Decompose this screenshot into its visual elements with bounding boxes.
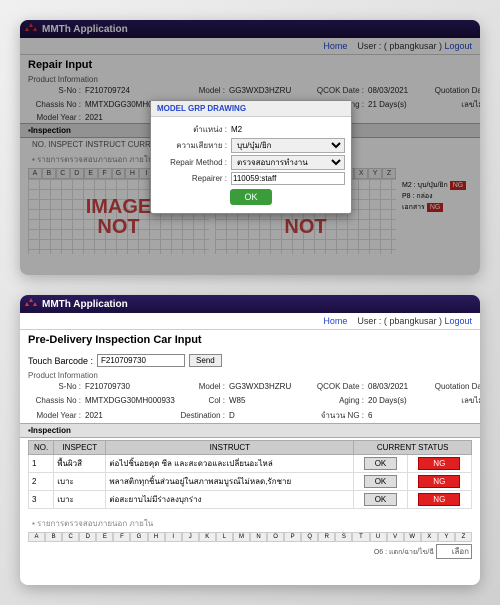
inspection-table: NO. INSPECT INSTRUCT CURRENT STATUS 1พื้… <box>28 440 472 509</box>
send-button[interactable]: Send <box>189 354 222 367</box>
cell-no: 2 <box>29 473 54 491</box>
col-header: D <box>79 532 96 542</box>
col-header: V <box>387 532 404 542</box>
table-row: 1พื้นผิวสีต่อไปชิ้นอยคุด ซีล และสะดวอและ… <box>29 455 472 473</box>
home-link[interactable]: Home <box>323 316 347 326</box>
th-status: CURRENT STATUS <box>354 441 472 455</box>
repair-method-select[interactable]: ตรวจสอบการทำงาน <box>231 155 345 170</box>
ng-button[interactable]: NG <box>418 493 460 506</box>
col-header: G <box>130 532 147 542</box>
model-grp-drawing-modal: MODEL GRP DRAWING ตำแหน่ง :M2 ความเสียหา… <box>150 100 352 214</box>
page-title: Pre-Delivery Inspection Car Input <box>20 330 480 350</box>
col-header: H <box>148 532 165 542</box>
form-row-2: Chassis No : MMTXDGG30MH000933 Col : W85… <box>20 393 480 408</box>
user-label: User : <box>357 316 381 326</box>
col-header: A <box>28 532 45 542</box>
col-header: F <box>113 532 130 542</box>
user-name: ( pbangkusar ) <box>384 316 442 326</box>
cell-instruct: ต่อสะยาบไม่มีร่างลงบุกร่าง <box>106 491 354 509</box>
th-instruct: INSTRUCT <box>106 441 354 455</box>
pos-label: ตำแหน่ง : <box>157 123 231 136</box>
col-header: O <box>267 532 284 542</box>
cell-instruct: พลาสติกทุกชิ้นส่วนอยู่ในสภาพสมบูรณ์ไม่หล… <box>106 473 354 491</box>
dmg-label: ความเสียหาย : <box>157 139 231 152</box>
repairer-label: Repairer : <box>157 174 231 183</box>
col-header: T <box>352 532 369 542</box>
barcode-row: Touch Barcode : Send <box>20 350 480 371</box>
col-header: L <box>216 532 233 542</box>
model-value: GG3WXD3HZRU <box>229 382 309 391</box>
table-row: 3เบาะต่อสะยาบไม่มีร่างลงบุกร่าง OK NG <box>29 491 472 509</box>
col-header: J <box>182 532 199 542</box>
col-header: P <box>284 532 301 542</box>
col-header: C <box>62 532 79 542</box>
ng-button[interactable]: NG <box>418 457 460 470</box>
sno-value: F210709730 <box>85 382 175 391</box>
aging-value: 20 <box>368 396 377 405</box>
user-bar: Home User : ( pbangkusar ) Logout <box>20 313 480 330</box>
dest-value: D <box>229 411 309 420</box>
col-header: Z <box>455 532 472 542</box>
th-inspect: INSPECT <box>54 441 106 455</box>
chassis-value: MMTXDGG30MH000933 <box>85 396 175 405</box>
ok-button[interactable]: OK <box>230 189 271 205</box>
qcok-value: 08/03/2021 <box>368 382 423 391</box>
modal-title: MODEL GRP DRAWING <box>151 101 351 117</box>
col-header: Y <box>438 532 455 542</box>
cell-no: 1 <box>29 455 54 473</box>
barcode-input[interactable] <box>97 354 185 367</box>
col-header: X <box>421 532 438 542</box>
col-header: M <box>233 532 250 542</box>
cell-instruct: ต่อไปชิ้นอยคุด ซีล และสะดวอและเปลี่ยนอะไ… <box>106 455 354 473</box>
repairer-input[interactable] <box>231 172 345 185</box>
inspection-header: ▪Inspection <box>20 423 480 438</box>
bottom-grid: ABCDEFGHIJKLMNOPQRSTUVWXYZ <box>20 532 480 542</box>
ok-button[interactable]: OK <box>364 475 398 488</box>
pdi-input-window: MMTh Application Home User : ( pbangkusa… <box>20 295 480 585</box>
ng-count-value: 6 <box>368 411 423 420</box>
logout-link[interactable]: Logout <box>444 316 472 326</box>
bottom-select[interactable]: เลือก <box>436 544 472 559</box>
col-header: U <box>370 532 387 542</box>
barcode-label: Touch Barcode : <box>28 356 93 366</box>
ng-button[interactable]: NG <box>418 475 460 488</box>
method-label: Repair Method : <box>157 158 231 167</box>
form-row-3: Model Year : 2021 Destination : D จำนวน … <box>20 408 480 423</box>
col-header: E <box>96 532 113 542</box>
product-info-label: Product Information <box>20 371 480 380</box>
form-row-1: S-No : F210709730 Model : GG3WXD3HZRU QC… <box>20 380 480 393</box>
app-logo-icon <box>25 298 37 310</box>
external-check-label: ▪ รายการตรวจสอบภายนอก ภายใน <box>20 515 480 532</box>
col-value: W85 <box>229 396 309 405</box>
col-header: Q <box>301 532 318 542</box>
col-header: K <box>199 532 216 542</box>
th-no: NO. <box>29 441 54 455</box>
col-header: B <box>45 532 62 542</box>
col-header: S <box>335 532 352 542</box>
col-header: R <box>318 532 335 542</box>
cell-inspect: เบาะ <box>54 491 106 509</box>
repair-input-window: MMTh Application Home User : ( pbangkusa… <box>20 20 480 275</box>
damage-select[interactable]: บุบ/บุ๋ม/ยิก <box>231 138 345 153</box>
year-value: 2021 <box>85 411 175 420</box>
pos-value: M2 <box>231 125 345 134</box>
ok-button[interactable]: OK <box>364 457 398 470</box>
table-row: 2เบาะพลาสติกทุกชิ้นส่วนอยู่ในสภาพสมบูรณ์… <box>29 473 472 491</box>
col-header: N <box>250 532 267 542</box>
cell-inspect: พื้นผิวสี <box>54 455 106 473</box>
bottom-side-item: O6 : แตก/ฉาย/ไข/ฉี <box>374 549 434 556</box>
cell-no: 3 <box>29 491 54 509</box>
titlebar: MMTh Application <box>20 295 480 313</box>
col-header: I <box>165 532 182 542</box>
ok-button[interactable]: OK <box>364 493 398 506</box>
app-title: MMTh Application <box>42 299 128 310</box>
cell-inspect: เบาะ <box>54 473 106 491</box>
col-header: W <box>404 532 421 542</box>
